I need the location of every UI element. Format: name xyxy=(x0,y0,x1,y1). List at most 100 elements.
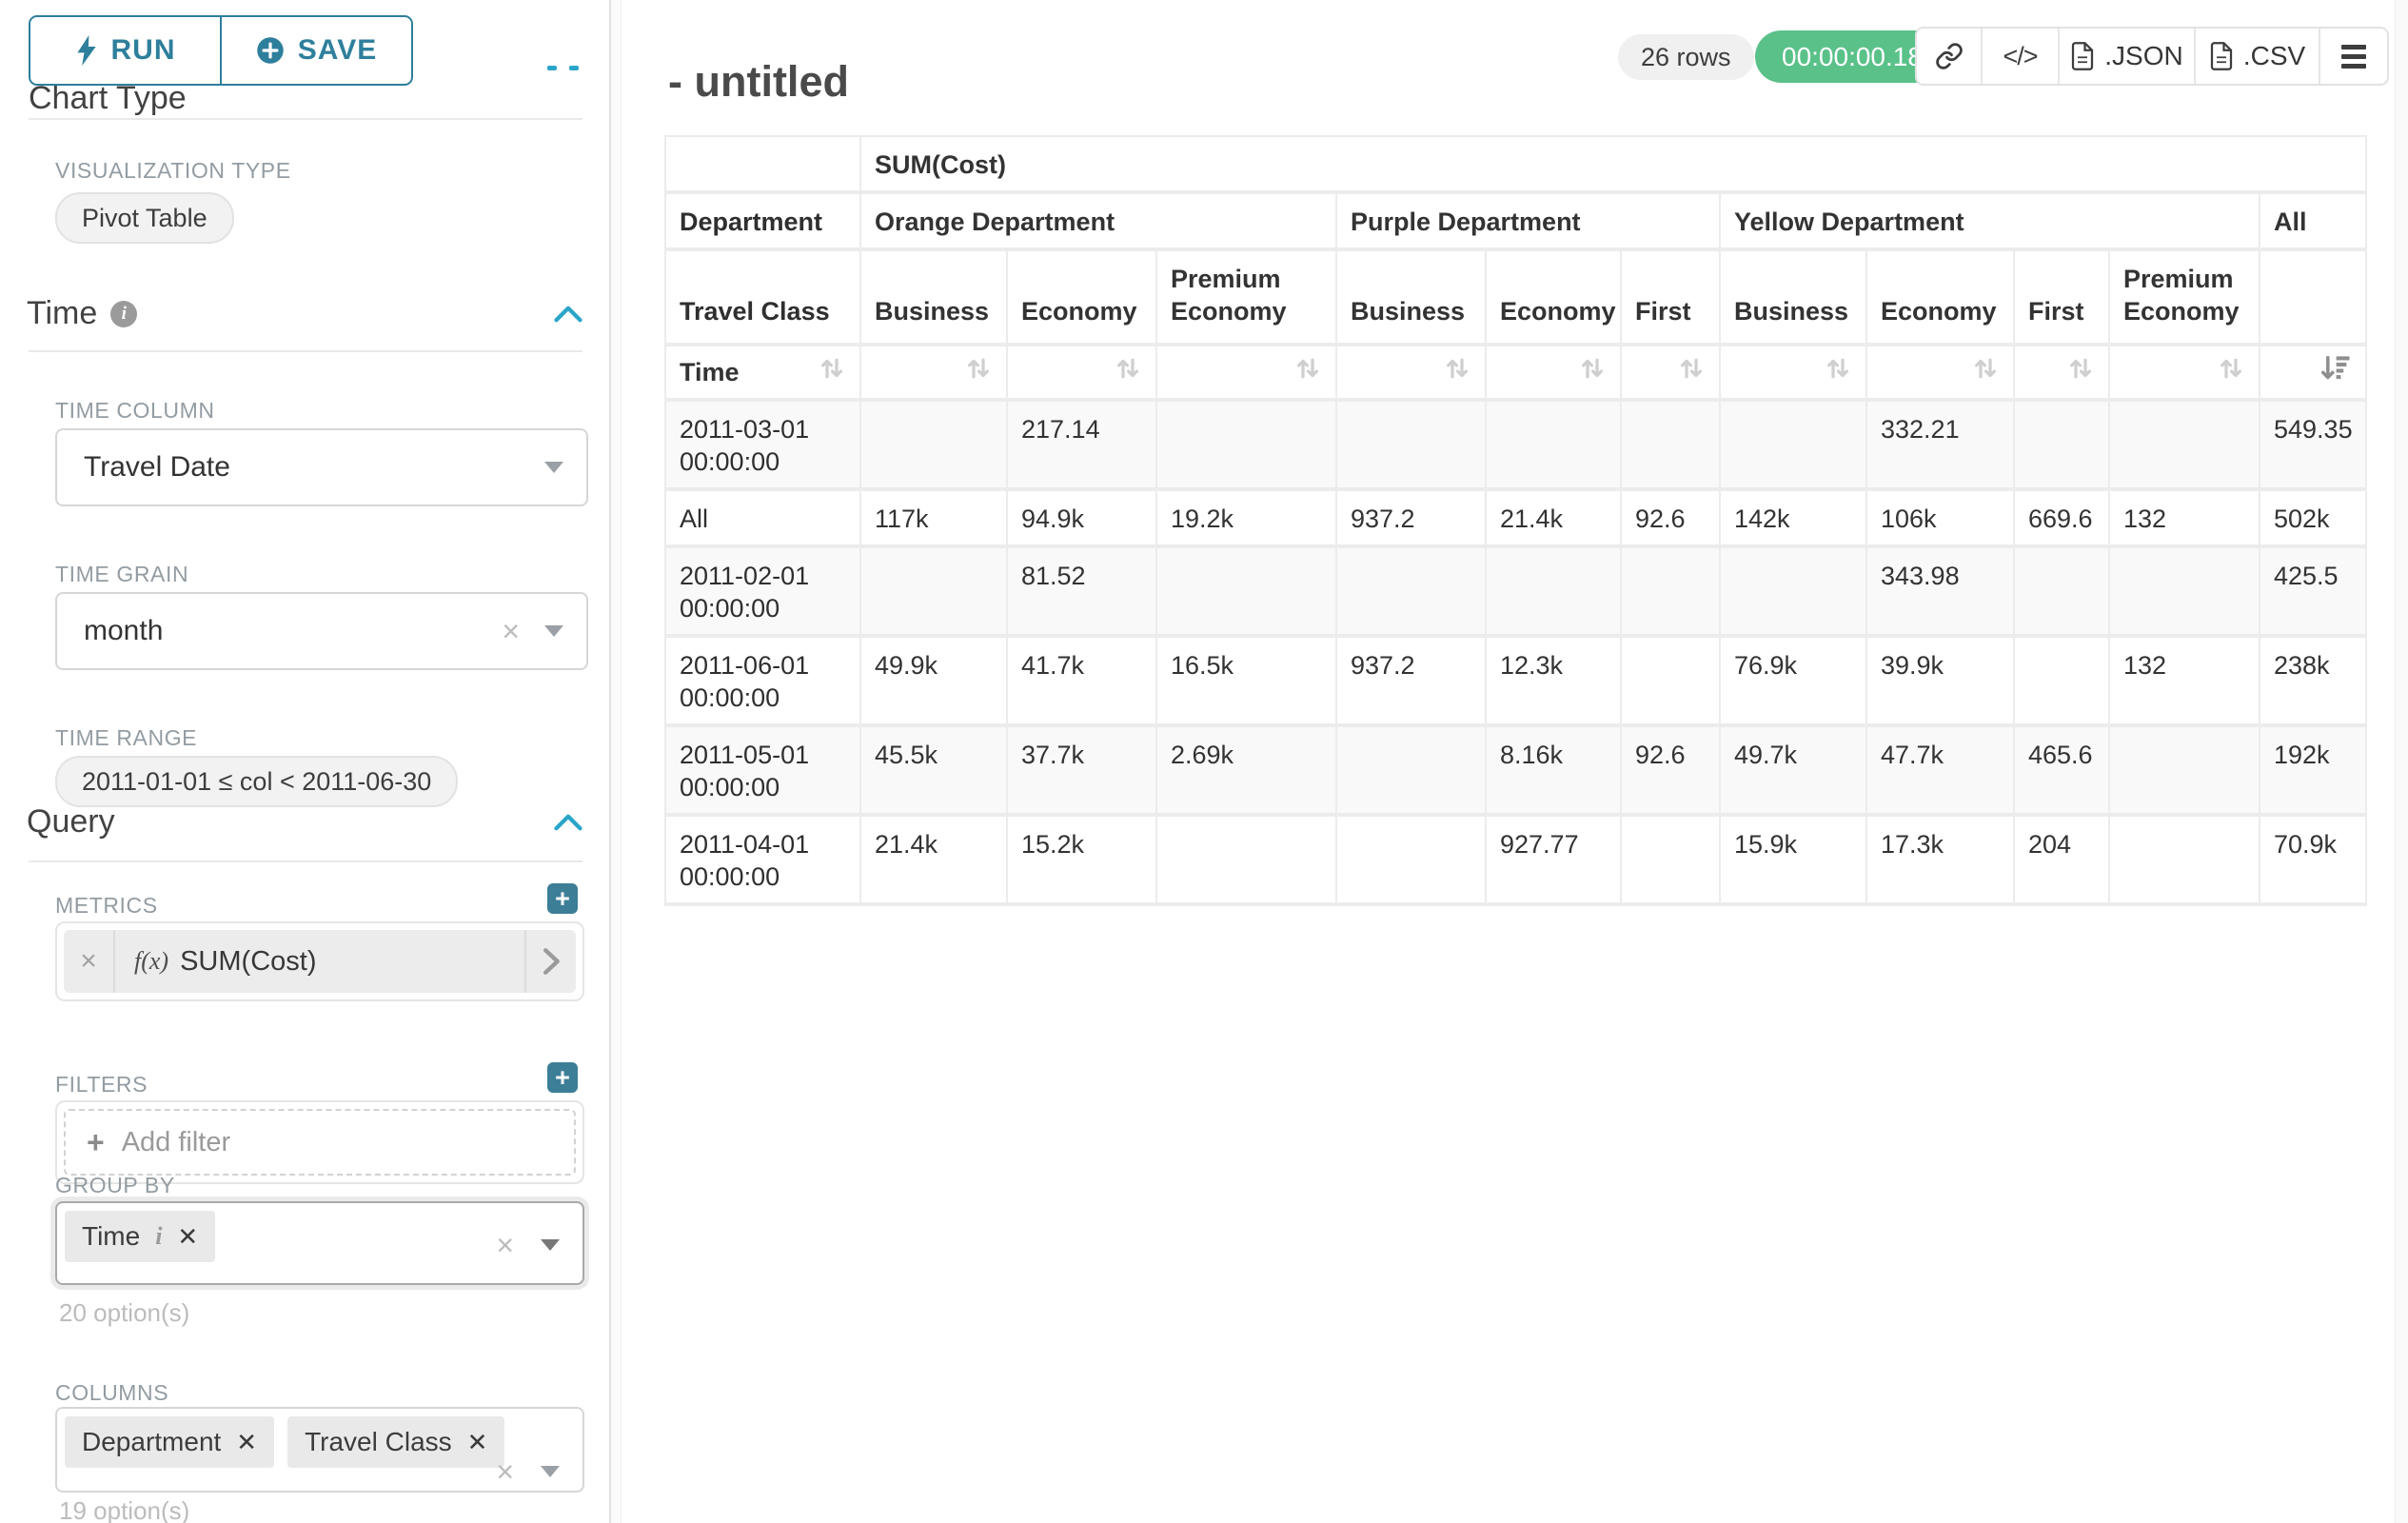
view-query-button[interactable]: </> xyxy=(1981,29,2058,84)
save-button-label: SAVE xyxy=(298,34,377,67)
pivot-value-cell xyxy=(1487,548,1622,638)
groupby-chip[interactable]: Timei ✕ xyxy=(65,1211,215,1262)
remove-chip-icon[interactable]: ✕ xyxy=(467,1430,488,1454)
sort-column-button[interactable] xyxy=(1971,354,2000,390)
sort-icon xyxy=(1971,354,2000,383)
info-icon[interactable]: i xyxy=(110,301,137,327)
columns-chip[interactable]: Travel Class✕ xyxy=(287,1416,504,1468)
divider xyxy=(29,350,582,352)
pivot-value-cell xyxy=(1157,817,1337,906)
chevron-up-icon[interactable] xyxy=(554,814,582,831)
pivot-value-cell xyxy=(2110,402,2260,491)
pivot-corner-cell xyxy=(666,137,861,194)
share-link-button[interactable] xyxy=(1917,29,1981,84)
columns-select[interactable]: Department✕Travel Class✕ × xyxy=(55,1407,584,1493)
more-options-button[interactable] xyxy=(2319,29,2387,84)
sort-column-header xyxy=(2260,346,2367,402)
caret-down-icon xyxy=(544,462,563,473)
sidebar-scrollbar-gutter[interactable] xyxy=(611,0,622,1523)
caret-down-icon[interactable] xyxy=(541,1466,560,1477)
metrics-label: METRICS xyxy=(55,893,158,919)
sort-column-button[interactable] xyxy=(1443,354,1471,390)
remove-chip-icon[interactable]: ✕ xyxy=(177,1224,198,1249)
add-filter-plus-button[interactable]: + xyxy=(547,1062,578,1093)
save-button[interactable]: SAVE xyxy=(220,17,411,84)
groupby-chip-label: Time xyxy=(82,1221,140,1252)
sort-column-button[interactable] xyxy=(1677,354,1706,390)
pivot-value-cell xyxy=(1337,817,1487,906)
chevron-up-icon[interactable] xyxy=(554,306,582,323)
query-section-header: Query xyxy=(27,803,582,841)
pivot-table-container: SUM(Cost)DepartmentOrange DepartmentPurp… xyxy=(664,135,2367,906)
export-csv-button[interactable]: .CSV xyxy=(2194,29,2319,84)
pivot-value-cell: 70.9k xyxy=(2260,817,2367,906)
sort-column-button[interactable] xyxy=(2217,354,2245,390)
pivot-value-cell: 19.2k xyxy=(1157,491,1337,548)
row-dimension-label: Time xyxy=(680,356,740,388)
sort-icon xyxy=(1677,354,1706,383)
sort-descending-button[interactable] xyxy=(2319,354,2352,390)
columns-chip[interactable]: Department✕ xyxy=(65,1416,274,1468)
pivot-value-cell: 669.6 xyxy=(2015,491,2110,548)
groupby-select[interactable]: Timei ✕ × xyxy=(55,1201,584,1285)
function-icon: f(x) xyxy=(134,947,168,976)
caret-down-icon[interactable] xyxy=(541,1239,560,1251)
divider xyxy=(29,118,582,120)
column-leaf-header xyxy=(2260,251,2367,346)
page-scrollbar[interactable] xyxy=(2395,0,2408,1523)
sort-column-header xyxy=(1867,346,2015,402)
pivot-value-cell: 927.77 xyxy=(1487,817,1622,906)
sort-column-header xyxy=(1487,346,1622,402)
sort-icon xyxy=(1443,354,1471,383)
control-panel-sidebar: Chart Type RUN SAVE VISUALIZATION TYPE P… xyxy=(0,0,611,1523)
chart-title[interactable]: - untitled xyxy=(668,57,849,107)
chart-type-collapse-chevron-fragment-icon[interactable] xyxy=(547,66,557,70)
visualization-type-pill[interactable]: Pivot Table xyxy=(55,192,234,244)
pivot-value-cell: 132 xyxy=(2110,491,2260,548)
sort-column-button[interactable] xyxy=(1824,354,1852,390)
sort-rows-button[interactable] xyxy=(818,354,846,390)
sort-column-button[interactable] xyxy=(964,354,993,390)
plus-circle-icon xyxy=(256,36,285,65)
clear-all-icon[interactable]: × xyxy=(496,1456,514,1487)
expand-metric-button[interactable] xyxy=(524,930,576,993)
clear-icon[interactable]: × xyxy=(502,616,520,646)
filters-field: + Add filter xyxy=(55,1100,584,1184)
pivot-value-cell: 142k xyxy=(1721,491,1867,548)
sort-column-header xyxy=(1721,346,1867,402)
pivot-value-cell: 343.98 xyxy=(1867,548,2015,638)
metric-pill[interactable]: × f(x) SUM(Cost) xyxy=(64,930,576,993)
time-grain-select[interactable]: month × xyxy=(55,592,588,670)
info-icon[interactable]: i xyxy=(155,1222,162,1251)
sort-column-button[interactable] xyxy=(2066,354,2095,390)
pivot-value-cell: 21.4k xyxy=(1487,491,1622,548)
column-dimension-label: Travel Class xyxy=(666,251,861,346)
chevron-right-icon xyxy=(541,947,562,976)
pivot-value-cell: 106k xyxy=(1867,491,2015,548)
add-filter-dropzone[interactable]: + Add filter xyxy=(64,1109,576,1176)
time-column-select[interactable]: Travel Date xyxy=(55,428,588,506)
run-button[interactable]: RUN xyxy=(30,17,220,84)
add-metric-button[interactable]: + xyxy=(547,883,578,914)
pivot-value-cell: 41.7k xyxy=(1008,638,1157,727)
row-count-badge: 26 rows xyxy=(1618,34,1754,80)
remove-metric-icon[interactable]: × xyxy=(64,930,115,993)
column-leaf-header: Premium Economy xyxy=(1157,251,1337,346)
pivot-value-cell: 16.5k xyxy=(1157,638,1337,727)
sort-column-button[interactable] xyxy=(1293,354,1322,390)
pivot-value-cell xyxy=(2015,548,2110,638)
clear-all-icon[interactable]: × xyxy=(496,1230,514,1260)
groupby-label: GROUP BY xyxy=(55,1173,175,1198)
sort-column-button[interactable] xyxy=(1114,354,1142,390)
pivot-value-cell: 425.5 xyxy=(2260,548,2367,638)
remove-chip-icon[interactable]: ✕ xyxy=(236,1430,257,1454)
pivot-value-cell: 37.7k xyxy=(1008,727,1157,817)
time-range-pill[interactable]: 2011-01-01 ≤ col < 2011-06-30 xyxy=(55,756,458,807)
time-section-title: Time xyxy=(27,295,97,332)
export-json-button[interactable]: .JSON xyxy=(2058,29,2194,84)
sort-column-button[interactable] xyxy=(1578,354,1607,390)
pivot-value-cell xyxy=(1337,548,1487,638)
metrics-field: × f(x) SUM(Cost) xyxy=(55,921,584,1001)
pivot-value-cell: 76.9k xyxy=(1721,638,1867,727)
chart-type-collapse-chevron-fragment-icon[interactable] xyxy=(569,66,579,70)
